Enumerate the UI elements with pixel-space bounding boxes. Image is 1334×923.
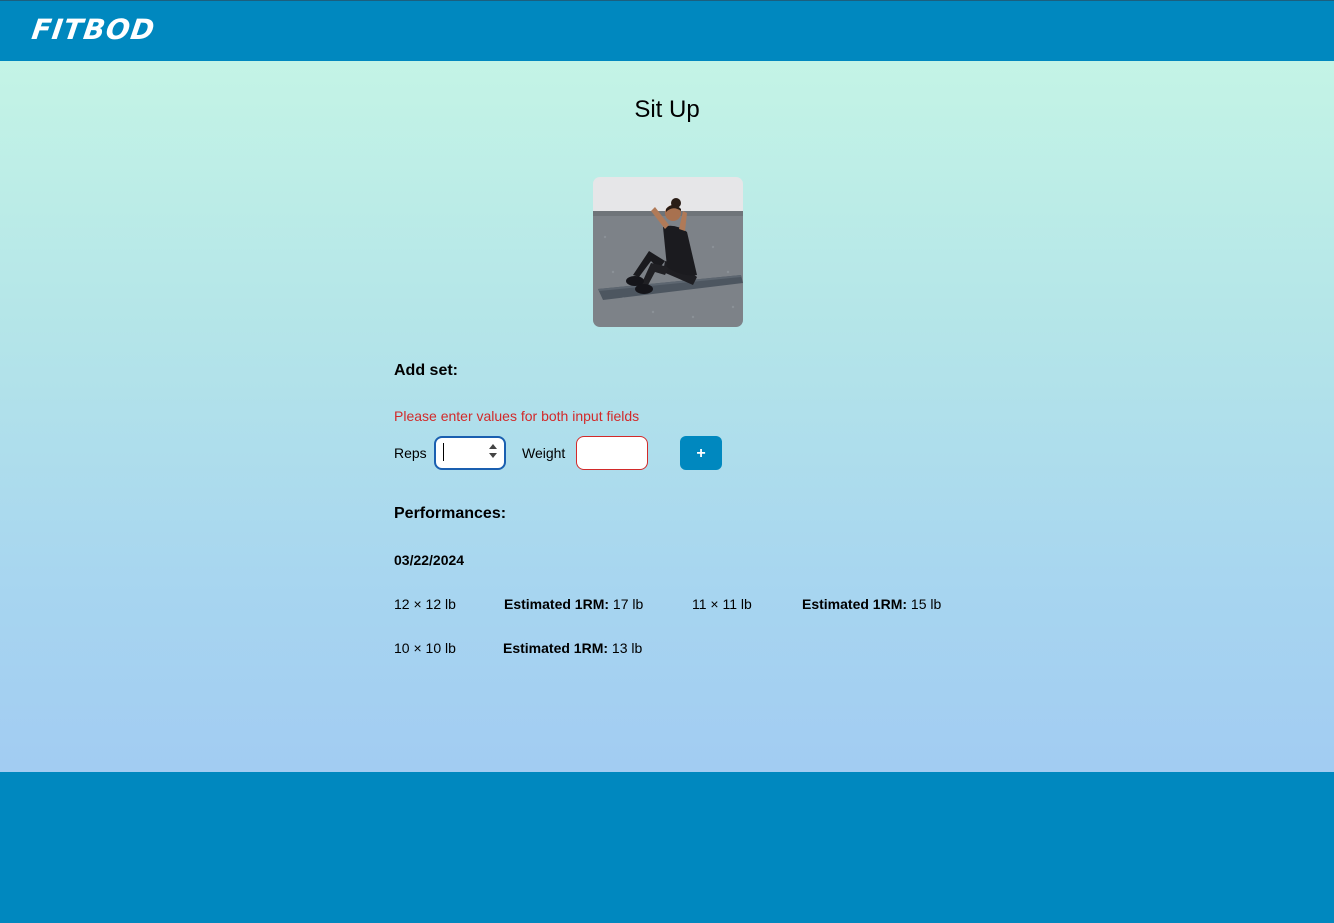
reps-label: Reps <box>394 445 427 461</box>
estimated-1rm: Estimated 1RM: 17 lb <box>504 596 643 612</box>
error-message: Please enter values for both input field… <box>394 408 640 424</box>
estimated-1rm-value: 15 lb <box>907 596 942 612</box>
weight-input[interactable] <box>576 436 648 470</box>
set-entry: 10 × 10 lb <box>394 640 456 656</box>
reps-input-overlay[interactable] <box>434 436 506 470</box>
header-bar: FITBOD <box>0 0 1334 61</box>
estimated-1rm: Estimated 1RM: 13 lb <box>503 640 642 656</box>
exercise-image <box>593 177 743 327</box>
estimated-1rm-value: 17 lb <box>609 596 644 612</box>
estimated-1rm-label: Estimated 1RM: <box>503 640 609 656</box>
set-entry: 12 × 12 lb <box>394 596 456 612</box>
session-date: 03/22/2024 <box>394 552 465 568</box>
weight-label: Weight <box>522 445 566 461</box>
fitbod-logo[interactable]: FITBOD <box>30 13 158 47</box>
text-caret <box>443 443 444 461</box>
estimated-1rm-label: Estimated 1RM: <box>802 596 908 612</box>
exercise-title: Sit Up <box>634 96 700 123</box>
sit-up-photo <box>593 177 743 327</box>
footer-bar <box>0 772 1334 923</box>
number-stepper-icon[interactable] <box>488 442 498 460</box>
performances-heading: Performances: <box>394 505 507 522</box>
exercise-detail: Sit Up Add set: Please enter values for … <box>0 61 1334 772</box>
add-set-heading: Add set: <box>394 362 458 379</box>
page: FITBOD Sit Up Add set: Please enter valu… <box>0 0 1334 923</box>
set-entry: 11 × 11 lb <box>692 596 752 612</box>
add-set-button[interactable]: + <box>680 436 722 470</box>
add-set-form: Reps Weight + <box>394 436 994 470</box>
estimated-1rm-value: 13 lb <box>608 640 643 656</box>
estimated-1rm: Estimated 1RM: 15 lb <box>802 596 941 612</box>
estimated-1rm-label: Estimated 1RM: <box>504 596 610 612</box>
